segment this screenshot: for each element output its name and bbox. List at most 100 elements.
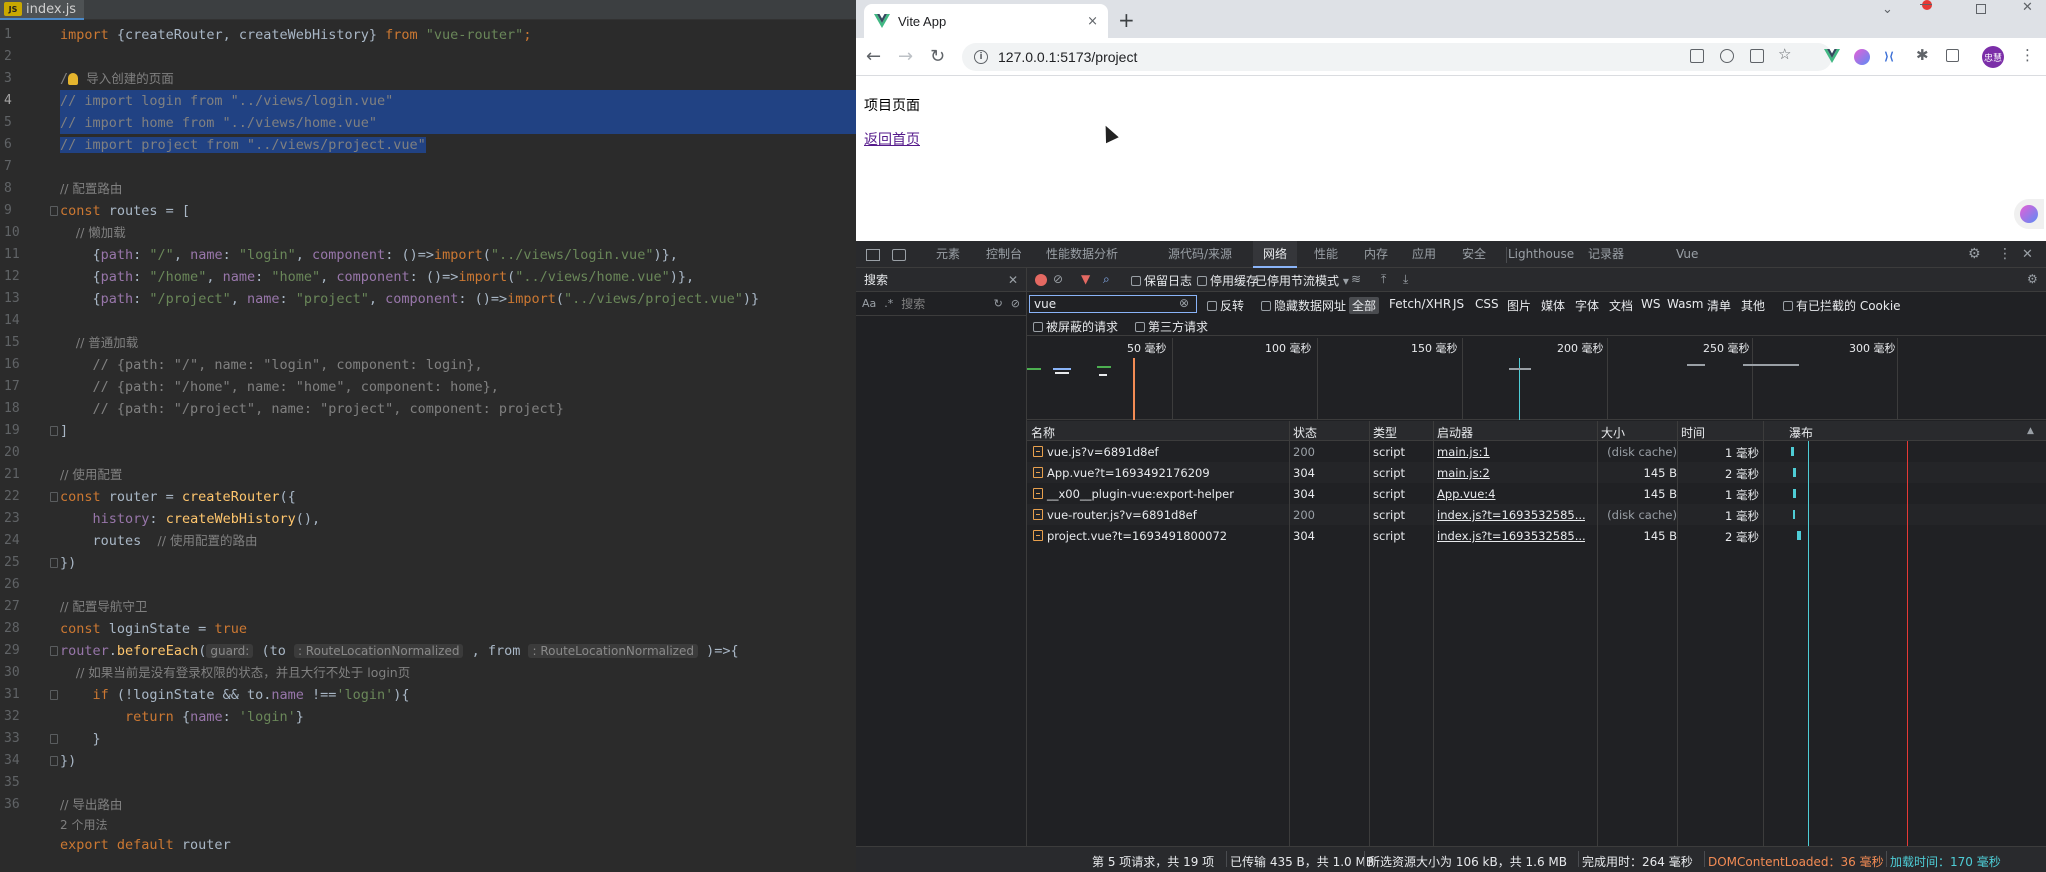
filter-type-js[interactable]: JS [1453,297,1464,311]
search-icon[interactable]: ⌕ [1103,272,1110,287]
table-row[interactable]: __x00__plugin-vue:export-helper 304 scri… [1027,483,2046,504]
code-line-37[interactable]: export default router [60,834,856,856]
filter-type-doc[interactable]: 文档 [1609,297,1633,314]
zoom-icon[interactable] [1720,49,1734,63]
filter-icon[interactable]: ▼ [1081,272,1090,286]
code-line-30[interactable]: // 如果当前是没有登录权限的状态，并且大行不处于 login页 [60,662,856,684]
invert-checkbox[interactable]: 反转 [1207,297,1244,314]
code-editor[interactable]: JS index.js 1 2 3 4 5 6 7 8 9 10 11 12 13 14 15 16 17 18 1… [0,0,856,872]
code-line-13[interactable]: {path: "/project", name: "project", comp… [60,288,856,310]
table-row[interactable]: App.vue?t=1693492176209 304 script main.… [1027,462,2046,483]
code-line-22[interactable]: const router = createRouter({ [60,486,856,508]
code-line-1[interactable]: import {createRouter, createWebHistory} … [60,24,856,46]
tab-lighthouse[interactable]: Lighthouse [1508,241,1574,268]
tab-memory[interactable]: 内存 [1364,241,1388,268]
extension-arrows-icon[interactable]: ⟩⟨ [1884,50,1900,66]
code-line-21[interactable]: // 使用配置 [60,464,856,486]
col-header-status[interactable]: 状态 [1293,424,1317,441]
window-close-icon[interactable]: ✕ [2022,0,2033,15]
export-icon[interactable]: ⤓ [1403,272,1408,287]
tab-vue[interactable]: Vue [1676,241,1698,268]
blocked-requests-checkbox[interactable]: 被屏蔽的请求 [1033,318,1118,335]
col-header-waterfall[interactable]: 瀑布 [1789,424,1813,441]
preserve-log-checkbox[interactable]: 保留日志 [1131,272,1192,289]
request-initiator-link[interactable]: App.vue:4 [1437,487,1585,501]
code-line-17[interactable]: // {path: "/home", name: "home", compone… [60,376,856,398]
code-line-2[interactable] [60,46,856,68]
code-line-31[interactable]: if (!loginState && to.name !=='login'){ [60,684,856,706]
code-line-25[interactable]: }) [60,552,856,574]
request-initiator-link[interactable]: main.js:2 [1437,466,1585,480]
clear-icon[interactable]: ⊘ [1011,297,1020,310]
address-url[interactable]: 127.0.0.1:5173/project [998,49,1137,65]
code-line-8[interactable]: // 配置路由 [60,178,856,200]
code-line-18[interactable]: // {path: "/project", name: "project", c… [60,398,856,420]
back-arrow-icon[interactable]: ← [866,46,881,67]
profile-avatar[interactable]: 忠慧 [1982,46,2004,68]
filter-type-all[interactable]: 全部 [1349,297,1380,314]
extensions-puzzle-icon[interactable]: ✱ [1916,46,1932,64]
hide-data-urls-checkbox[interactable]: 隐藏数据网址 [1261,297,1346,314]
filter-type-fetch-xhr[interactable]: Fetch/XHR [1389,297,1451,311]
fold-marker-icon[interactable] [50,426,58,436]
share-icon[interactable] [1750,49,1764,63]
code-line-24[interactable]: routes // 使用配置的路由 [60,530,856,552]
code-line-26[interactable] [60,574,856,596]
usages-hint[interactable]: 2 个用法 [60,816,856,834]
code-line-35[interactable] [60,772,856,794]
code-line-16[interactable]: // {path: "/", name: "login", component:… [60,354,856,376]
gear-icon[interactable]: ⚙ [1968,241,1981,268]
fold-marker-icon[interactable] [50,646,58,656]
filter-type-wasm[interactable]: Wasm [1667,297,1703,311]
record-icon[interactable] [1035,274,1047,286]
code-line-29[interactable]: router.beforeEach(guard: (to : RouteLoca… [60,640,856,662]
code-line-5[interactable]: // import home from "../views/home.vue" [60,112,856,134]
tab-security[interactable]: 安全 [1462,241,1486,268]
code-area[interactable]: import {createRouter, createWebHistory} … [60,24,856,856]
browser-tab[interactable]: Vite App × [864,4,1108,38]
inspect-element-icon[interactable] [866,249,880,261]
blocked-cookies-checkbox[interactable]: 有已拦截的 Cookie [1783,297,1901,314]
bookmark-star-icon[interactable]: ☆ [1778,45,1792,63]
filter-type-font[interactable]: 字体 [1575,297,1599,314]
table-row[interactable]: vue-router.js?v=6891d8ef 200 script inde… [1027,504,2046,525]
code-line-7[interactable] [60,156,856,178]
tab-elements[interactable]: 元素 [936,241,960,268]
code-line-6[interactable]: // import project from "../views/project… [60,134,856,156]
code-line-10[interactable]: // 懒加载 [60,222,856,244]
floating-extension-button[interactable] [2014,199,2044,229]
match-case-button[interactable]: Aa [862,297,876,310]
filter-type-ws[interactable]: WS [1641,297,1660,311]
table-row[interactable]: project.vue?t=1693491800072 304 script i… [1027,525,2046,546]
fold-marker-icon[interactable] [50,492,58,502]
third-party-checkbox[interactable]: 第三方请求 [1135,318,1208,335]
side-panel-icon[interactable] [1946,49,1959,62]
request-initiator-link[interactable]: main.js:1 [1437,445,1585,459]
kebab-menu-icon[interactable]: ⋮ [2020,46,2036,64]
filter-type-img[interactable]: 图片 [1507,297,1531,314]
close-tab-icon[interactable]: × [1087,14,1098,29]
fold-marker-icon[interactable] [50,206,58,216]
code-line-23[interactable]: history: createWebHistory(), [60,508,856,530]
fold-marker-icon[interactable] [50,558,58,568]
clear-filter-icon[interactable]: ⊗ [1179,296,1189,310]
reload-icon[interactable]: ↻ [930,46,945,67]
kebab-menu-icon[interactable]: ⋮ [1998,241,2012,268]
tab-application[interactable]: 应用 [1412,241,1436,268]
back-home-link[interactable]: 返回首页 [864,129,920,149]
maximize-icon[interactable] [1976,4,1986,14]
code-line-32[interactable]: return {name: 'login'} [60,706,856,728]
translate-icon[interactable] [1690,49,1704,63]
code-line-34[interactable]: }) [60,750,856,772]
filter-type-other[interactable]: 其他 [1741,297,1765,314]
code-line-3[interactable]: / 导入创建的页面 [60,68,856,90]
tab-sources[interactable]: 源代码/来源 [1168,241,1232,268]
new-tab-button[interactable]: + [1118,8,1135,32]
col-header-type[interactable]: 类型 [1373,424,1397,441]
tab-performance[interactable]: 性能 [1314,241,1338,268]
code-line-27[interactable]: // 配置导航守卫 [60,596,856,618]
vue-devtools-extension-icon[interactable] [1824,49,1840,65]
tab-console[interactable]: 控制台 [986,241,1022,268]
code-line-4[interactable]: // import login from "../views/login.vue… [60,90,856,112]
col-header-size[interactable]: 大小 [1601,424,1625,441]
